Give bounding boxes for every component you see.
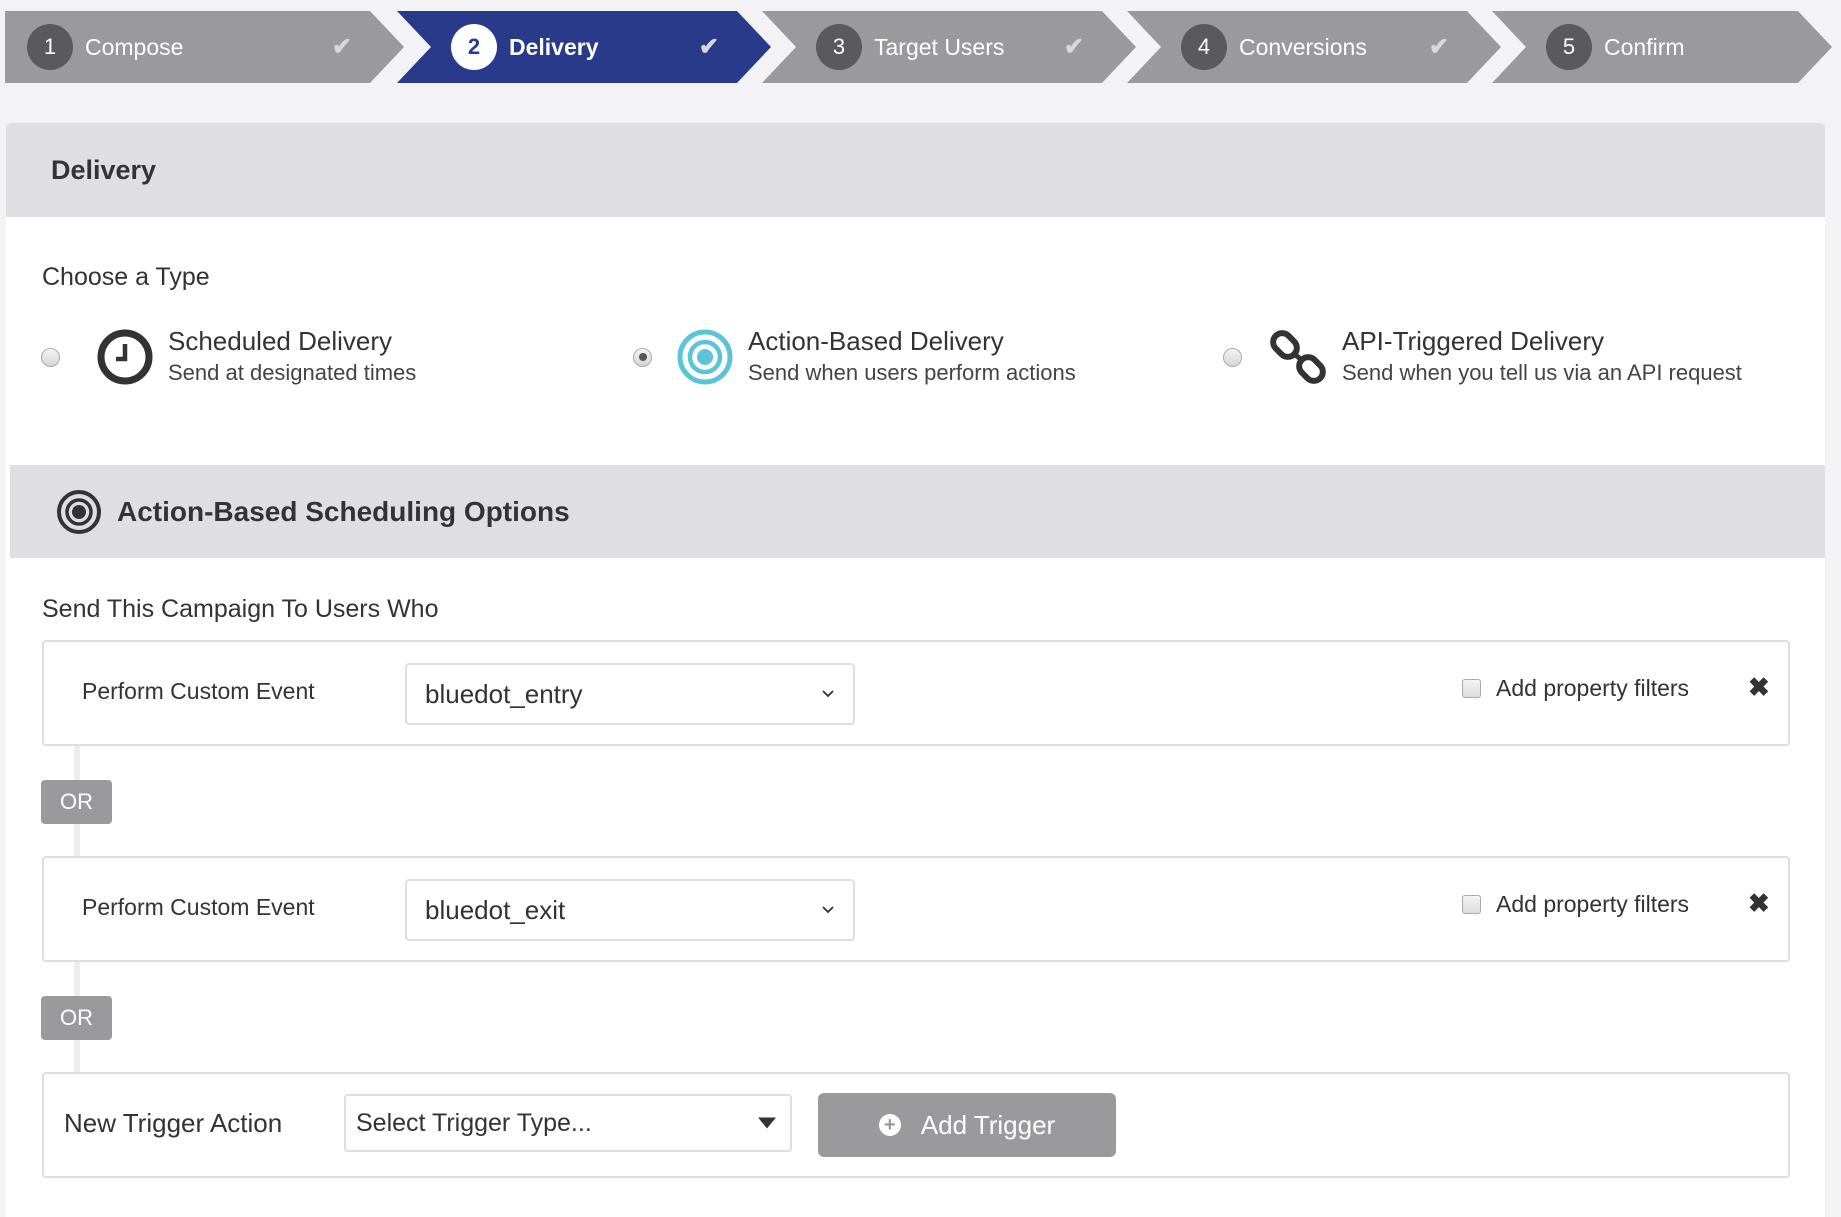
wizard-stepper: 1 Compose ✔ 2 Delivery ✔ 3 Target Users … <box>0 11 1841 83</box>
radio-action-based[interactable] <box>633 347 652 367</box>
property-filters-checkbox[interactable] <box>1462 895 1481 914</box>
link-icon <box>1270 330 1326 384</box>
choose-type-label: Choose a Type <box>42 263 210 291</box>
type-description: Send when you tell us via an API request <box>1342 360 1742 385</box>
step-conversions[interactable]: 4 Conversions ✔ <box>1127 11 1501 83</box>
type-title: API-Triggered Delivery <box>1342 326 1605 356</box>
target-icon <box>677 329 733 385</box>
new-trigger-row: New Trigger Action Select Trigger Type..… <box>42 1072 1790 1178</box>
step-compose[interactable]: 1 Compose ✔ <box>5 11 404 83</box>
radio-scheduled[interactable] <box>41 347 60 367</box>
trigger-type-label: Perform Custom Event <box>82 678 315 704</box>
add-trigger-label: Add Trigger <box>920 1109 1056 1140</box>
new-trigger-label: New Trigger Action <box>64 1108 283 1138</box>
step-number: 3 <box>816 24 862 70</box>
remove-trigger-icon[interactable]: ✖ <box>1748 672 1770 703</box>
panel-title: Delivery <box>6 123 1825 217</box>
delivery-type-action-based[interactable]: Action-Based Delivery Send when users pe… <box>633 325 1076 389</box>
step-label: Delivery <box>509 33 599 60</box>
select-value: bluedot_entry <box>425 678 583 709</box>
radio-api-triggered[interactable] <box>1223 347 1242 367</box>
delivery-type-scheduled[interactable]: Scheduled Delivery Send at designated ti… <box>41 325 416 389</box>
property-filters-label: Add property filters <box>1496 891 1690 917</box>
chevron-down-icon <box>822 690 834 698</box>
property-filters-label: Add property filters <box>1496 675 1690 701</box>
property-filters-checkbox[interactable] <box>1462 679 1481 698</box>
trigger-type-label: Perform Custom Event <box>82 894 315 920</box>
step-delivery[interactable]: 2 Delivery ✔ <box>397 11 771 83</box>
type-title: Action-Based Delivery <box>748 326 1004 356</box>
type-description: Send when users perform actions <box>748 360 1076 385</box>
step-number: 1 <box>27 24 73 70</box>
add-property-filters[interactable]: Add property filters <box>1462 891 1689 918</box>
step-target-users[interactable]: 3 Target Users ✔ <box>762 11 1136 83</box>
type-title: Scheduled Delivery <box>168 326 393 356</box>
target-icon <box>57 489 101 534</box>
trigger-type-select[interactable]: Select Trigger Type... <box>344 1094 792 1152</box>
or-badge: OR <box>41 996 112 1040</box>
trigger-row: Perform Custom Event bluedot_exit Add pr… <box>42 856 1790 962</box>
step-number: 4 <box>1181 24 1227 70</box>
delivery-type-api-triggered[interactable]: API-Triggered Delivery Send when you tel… <box>1223 325 1742 389</box>
remove-trigger-icon[interactable]: ✖ <box>1748 888 1770 919</box>
chevron-down-icon <box>822 906 834 914</box>
check-icon: ✔ <box>698 33 719 61</box>
action-options-title: Action-Based Scheduling Options <box>117 495 570 527</box>
step-number: 5 <box>1546 24 1592 70</box>
add-property-filters[interactable]: Add property filters <box>1462 675 1689 702</box>
custom-event-select[interactable]: bluedot_exit <box>405 879 855 941</box>
send-to-label: Send This Campaign To Users Who <box>42 595 439 623</box>
check-icon: ✔ <box>1428 33 1449 61</box>
type-description: Send at designated times <box>168 360 417 385</box>
step-label: Conversions <box>1239 33 1367 60</box>
caret-down-icon <box>758 1117 776 1129</box>
custom-event-select[interactable]: bluedot_entry <box>405 663 855 725</box>
check-icon: ✔ <box>1063 33 1084 61</box>
or-badge: OR <box>41 780 112 824</box>
plus-circle-icon: + <box>878 1114 901 1136</box>
add-trigger-button[interactable]: + Add Trigger <box>818 1093 1116 1157</box>
check-icon: ✔ <box>331 33 352 61</box>
step-number: 2 <box>451 24 497 70</box>
select-placeholder: Select Trigger Type... <box>356 1108 592 1137</box>
select-value: bluedot_exit <box>425 894 566 925</box>
step-label: Confirm <box>1604 33 1685 60</box>
step-label: Compose <box>85 33 184 60</box>
action-options-header: Action-Based Scheduling Options <box>10 465 1825 558</box>
clock-icon <box>97 329 153 385</box>
trigger-row: Perform Custom Event bluedot_entry Add p… <box>42 640 1790 746</box>
step-confirm[interactable]: 5 Confirm <box>1492 11 1832 83</box>
delivery-panel: Delivery Choose a Type Scheduled Deliver… <box>6 123 1825 1217</box>
step-label: Target Users <box>874 33 1005 60</box>
